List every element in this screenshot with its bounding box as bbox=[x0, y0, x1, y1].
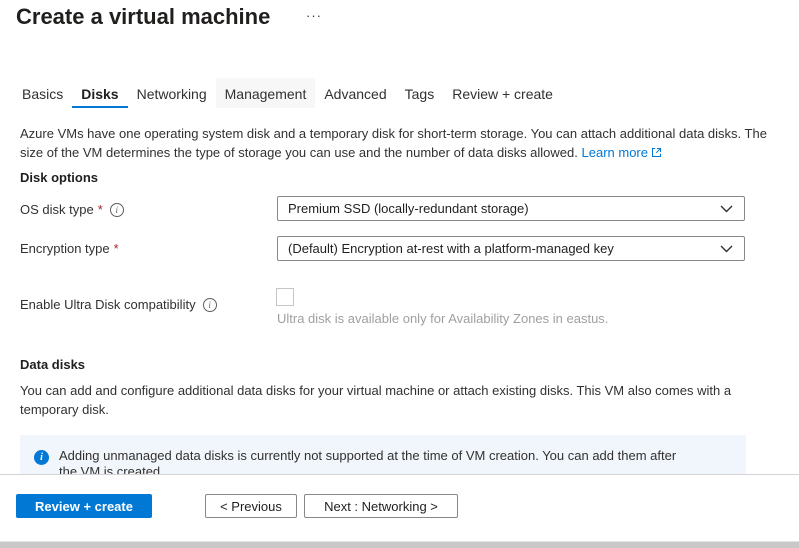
encryption-type-label: Encryption type * bbox=[20, 241, 119, 256]
learn-more-link[interactable]: Learn more bbox=[582, 145, 662, 160]
data-disks-description: You can add and configure additional dat… bbox=[20, 381, 765, 419]
chevron-down-icon bbox=[720, 201, 733, 216]
tab-management[interactable]: Management bbox=[216, 78, 316, 108]
create-vm-page: Create a virtual machine ··· Basics Disk… bbox=[0, 0, 799, 548]
ultra-disk-label: Enable Ultra Disk compatibility i bbox=[20, 297, 217, 312]
os-disk-type-label: OS disk type * i bbox=[20, 202, 124, 217]
page-title: Create a virtual machine bbox=[16, 4, 270, 30]
learn-more-label: Learn more bbox=[582, 145, 648, 160]
info-icon: i bbox=[34, 450, 49, 465]
tab-networking[interactable]: Networking bbox=[128, 78, 216, 108]
ultra-disk-label-text: Enable Ultra Disk compatibility bbox=[20, 297, 196, 312]
blade-content: Create a virtual machine ··· Basics Disk… bbox=[0, 0, 799, 474]
more-actions-button[interactable]: ··· bbox=[306, 8, 322, 23]
data-disks-heading: Data disks bbox=[20, 357, 85, 372]
footer-bar: Review + create < Previous Next : Networ… bbox=[0, 474, 799, 541]
encryption-type-label-text: Encryption type bbox=[20, 241, 110, 256]
review-create-button[interactable]: Review + create bbox=[16, 494, 152, 518]
required-asterisk: * bbox=[98, 202, 103, 217]
info-icon[interactable]: i bbox=[110, 203, 124, 217]
ultra-disk-checkbox[interactable] bbox=[276, 288, 294, 306]
encryption-type-value: (Default) Encryption at-rest with a plat… bbox=[288, 241, 614, 256]
info-banner-text: Adding unmanaged data disks is currently… bbox=[59, 448, 691, 474]
ultra-disk-helper-text: Ultra disk is available only for Availab… bbox=[277, 311, 608, 326]
tab-disks[interactable]: Disks bbox=[72, 78, 127, 108]
info-banner: i Adding unmanaged data disks is current… bbox=[20, 435, 746, 474]
tab-basics[interactable]: Basics bbox=[13, 78, 72, 108]
encryption-type-dropdown[interactable]: (Default) Encryption at-rest with a plat… bbox=[277, 236, 745, 261]
chevron-down-icon bbox=[720, 241, 733, 256]
horizontal-scrollbar[interactable] bbox=[0, 541, 799, 548]
os-disk-type-label-text: OS disk type bbox=[20, 202, 94, 217]
external-link-icon bbox=[651, 144, 662, 163]
os-disk-type-value: Premium SSD (locally-redundant storage) bbox=[288, 201, 529, 216]
os-disk-type-dropdown[interactable]: Premium SSD (locally-redundant storage) bbox=[277, 196, 745, 221]
intro-paragraph: Azure VMs have one operating system disk… bbox=[20, 124, 778, 163]
next-networking-button[interactable]: Next : Networking > bbox=[304, 494, 458, 518]
tab-review-create[interactable]: Review + create bbox=[443, 78, 562, 108]
previous-button[interactable]: < Previous bbox=[205, 494, 297, 518]
disk-options-heading: Disk options bbox=[20, 170, 98, 185]
tab-bar: Basics Disks Networking Management Advan… bbox=[13, 78, 562, 108]
info-icon[interactable]: i bbox=[203, 298, 217, 312]
required-asterisk: * bbox=[114, 241, 119, 256]
tab-tags[interactable]: Tags bbox=[396, 78, 444, 108]
tab-advanced[interactable]: Advanced bbox=[315, 78, 395, 108]
